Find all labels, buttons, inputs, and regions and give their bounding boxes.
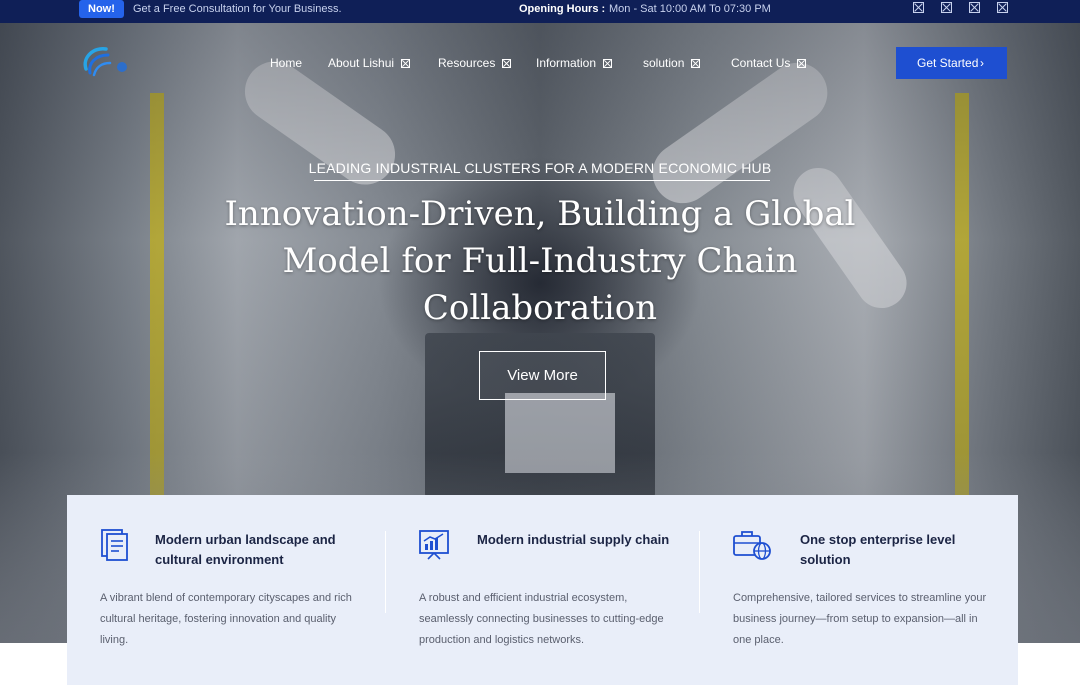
feature-title: One stop enterprise level solution bbox=[800, 532, 956, 567]
features-panel: Modern urban landscape and cultural envi… bbox=[67, 495, 1018, 685]
top-bar: Now! Get a Free Consultation for Your Bu… bbox=[0, 0, 1080, 23]
nav-contact-us[interactable]: Contact Us bbox=[731, 56, 807, 70]
nav-about-lishui[interactable]: About Lishui bbox=[328, 56, 411, 70]
nav-information[interactable]: Information bbox=[536, 56, 613, 70]
social-icon-4[interactable] bbox=[997, 2, 1008, 13]
dropdown-icon bbox=[691, 59, 701, 68]
dropdown-icon bbox=[502, 59, 512, 68]
feature-title: Modern industrial supply chain bbox=[477, 532, 670, 547]
nav-label: solution bbox=[643, 56, 685, 70]
nav-label: Resources bbox=[438, 56, 496, 70]
opening-hours-label: Opening Hours : bbox=[519, 3, 606, 15]
social-icon-1[interactable] bbox=[913, 2, 924, 13]
social-icon-2[interactable] bbox=[941, 2, 952, 13]
dropdown-icon bbox=[401, 59, 411, 68]
nav-solution[interactable]: solution bbox=[643, 56, 701, 70]
eyebrow-underline bbox=[314, 180, 770, 181]
consultation-link[interactable]: Get a Free Consultation for Your Busines… bbox=[133, 2, 342, 16]
feature-description: Comprehensive, tailored services to stre… bbox=[733, 592, 987, 646]
divider bbox=[699, 531, 700, 613]
dropdown-icon bbox=[603, 59, 613, 68]
get-started-label: Get Started bbox=[917, 56, 979, 70]
hero-title: Innovation-Driven, Building a Global Mod… bbox=[224, 194, 856, 328]
nav-home[interactable]: Home bbox=[270, 56, 302, 70]
feature-description: A vibrant blend of contemporary cityscap… bbox=[100, 592, 352, 646]
get-started-button[interactable]: Get Started › bbox=[896, 47, 1007, 79]
now-badge: Now! bbox=[79, 0, 124, 18]
feature-title: Modern urban landscape and cultural envi… bbox=[155, 532, 336, 567]
view-more-button[interactable]: View More bbox=[479, 351, 606, 400]
nav-label: Contact Us bbox=[731, 56, 791, 70]
dropdown-icon bbox=[797, 59, 807, 68]
hero-eyebrow: LEADING INDUSTRIAL CLUSTERS FOR A MODERN… bbox=[308, 160, 772, 176]
feature-description: A robust and efficient industrial ecosys… bbox=[419, 592, 664, 646]
nav-label: Information bbox=[536, 56, 597, 70]
divider bbox=[385, 531, 386, 613]
nav-label: About Lishui bbox=[328, 56, 395, 70]
document-icon bbox=[101, 529, 128, 561]
nav-label: Home bbox=[270, 56, 303, 70]
logo-icon[interactable] bbox=[80, 43, 140, 79]
chevron-right-icon: › bbox=[980, 56, 984, 70]
social-icon-3[interactable] bbox=[969, 2, 980, 13]
opening-hours-value: Mon - Sat 10:00 AM To 07:30 PM bbox=[609, 3, 771, 15]
briefcase-globe-icon bbox=[733, 531, 771, 560]
nav-resources[interactable]: Resources bbox=[438, 56, 512, 70]
chart-board-icon bbox=[419, 530, 449, 560]
